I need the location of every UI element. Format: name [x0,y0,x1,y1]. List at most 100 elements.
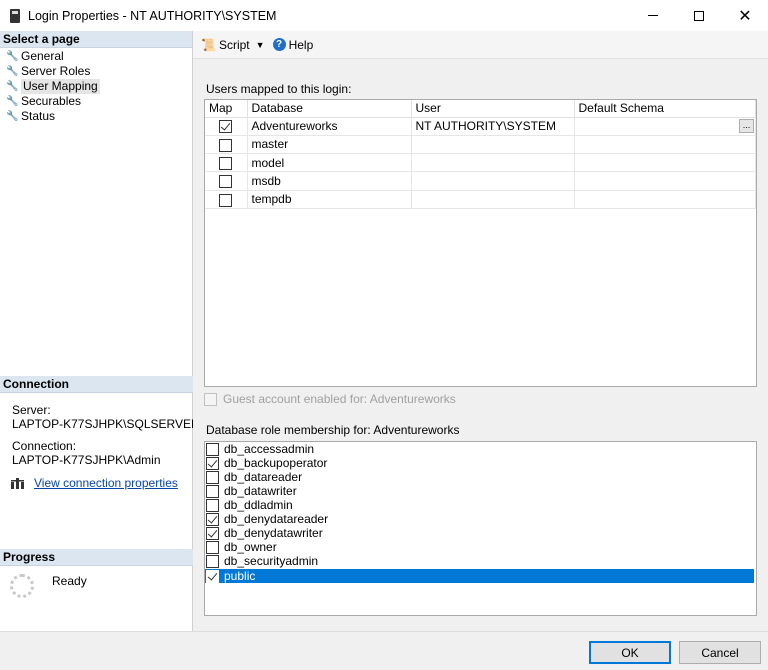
role-checkbox[interactable] [206,470,219,484]
page-item-label: User Mapping [21,79,100,94]
help-label: Help [288,37,314,52]
users-mapped-label: Users mapped to this login: [206,82,352,96]
role-checkbox[interactable] [206,554,219,568]
page-item-status[interactable]: 🔧 Status [0,109,192,124]
guest-account-checkbox[interactable] [204,392,217,406]
map-cell [205,171,248,191]
map-checkbox[interactable] [219,138,233,152]
server-value: LAPTOP-K77SJHPK\SQLSERVER [12,417,200,431]
page-item-server-roles[interactable]: 🔧 Server Roles [0,64,192,79]
browse-schema-button[interactable]: ... [739,119,754,134]
minimize-button[interactable] [630,0,676,31]
map-cell [205,117,248,136]
role-checkbox[interactable] [206,512,219,526]
ok-button[interactable]: OK [589,641,671,664]
list-item[interactable]: db_denydatawriter [205,526,754,540]
list-item[interactable]: db_owner [205,540,754,554]
script-icon: 📜 [201,37,216,52]
list-item[interactable]: db_securityadmin [205,554,754,568]
maximize-icon [694,10,704,21]
wrench-icon: 🔧 [6,51,19,62]
right-pane: 📜 Script ▼ ? Help Users mapped to this l… [193,31,768,631]
maximize-button[interactable] [676,0,722,31]
database-cell[interactable]: model [247,153,412,173]
connection-label: Connection: [12,439,77,453]
column-header-database[interactable]: Database [247,100,412,118]
table-row: Adventureworks NT AUTHORITY\SYSTEM ... [205,117,756,136]
role-checkbox[interactable] [206,456,219,470]
close-button[interactable]: ✕ [722,0,768,31]
map-cell [205,135,248,155]
schema-cell[interactable] [574,171,756,191]
role-label: db_denydatawriter [224,526,323,540]
app-icon [10,8,20,23]
role-checkbox[interactable] [206,569,219,583]
column-header-map[interactable]: Map [205,100,248,118]
view-connection-row: View connection properties [10,476,178,490]
list-item[interactable]: db_denydatareader [205,512,754,526]
network-icon [11,478,24,489]
schema-cell[interactable] [574,190,756,209]
server-label: Server: [12,403,51,417]
table-row: model [205,153,756,173]
map-checkbox[interactable] [219,120,233,134]
role-label: public [224,569,256,583]
table-row: tempdb [205,190,756,209]
user-cell[interactable] [411,190,575,209]
list-item[interactable]: db_accessadmin [205,442,754,456]
user-cell[interactable] [411,171,575,191]
user-cell[interactable] [411,135,575,155]
close-icon: ✕ [738,7,752,25]
view-connection-link[interactable]: View connection properties [34,476,178,490]
users-mapped-grid: Map Database User Default Schema Adventu… [204,99,757,387]
column-header-default-schema[interactable]: Default Schema [574,100,756,118]
user-cell[interactable] [411,153,575,173]
list-item[interactable]: db_datareader [205,470,754,484]
cancel-button[interactable]: Cancel [679,641,761,664]
list-item-selected[interactable]: public [205,569,754,583]
left-pane: Select a page 🔧 General 🔧 Server Roles 🔧… [0,31,200,631]
role-checkbox[interactable] [206,526,219,540]
schema-cell[interactable] [574,135,756,155]
role-checkbox[interactable] [206,540,219,554]
list-item[interactable]: db_ddladmin [205,498,754,512]
map-checkbox[interactable] [219,156,233,170]
role-membership-list: db_accessadmin db_backupoperator db_data… [204,441,757,616]
toolbar: 📜 Script ▼ ? Help [193,31,768,59]
script-button[interactable]: 📜 Script ▼ [201,38,265,52]
progress-info: Ready [10,574,87,598]
role-label: db_datawriter [224,484,297,498]
map-checkbox[interactable] [219,175,233,189]
page-list: 🔧 General 🔧 Server Roles 🔧 User Mapping … [0,48,192,124]
schema-cell[interactable]: ... [574,117,756,136]
progress-spinner-icon [10,574,34,598]
page-item-label: Securables [21,94,82,108]
database-cell[interactable]: msdb [247,171,412,191]
schema-cell[interactable] [574,153,756,173]
database-cell[interactable]: tempdb [247,190,412,209]
role-checkbox[interactable] [206,484,219,498]
map-cell [205,190,248,209]
help-button[interactable]: ? Help [272,37,314,52]
user-cell[interactable]: NT AUTHORITY\SYSTEM [411,117,575,136]
column-header-user[interactable]: User [411,100,575,118]
dropdown-arrow-icon[interactable]: ▼ [256,40,265,50]
role-label: db_securityadmin [224,554,319,568]
role-checkbox[interactable] [206,498,219,512]
list-item[interactable]: db_backupoperator [205,456,754,470]
role-checkbox[interactable] [206,442,219,456]
list-item[interactable]: db_datawriter [205,484,754,498]
wrench-icon: 🔧 [6,81,19,92]
role-label: db_denydatareader [224,512,329,526]
page-item-securables[interactable]: 🔧 Securables [0,94,192,109]
map-cell [205,153,248,173]
database-cell[interactable]: master [247,135,412,155]
users-mapped-table: Map Database User Default Schema Adventu… [205,100,756,209]
database-cell[interactable]: Adventureworks [247,117,412,136]
page-item-general[interactable]: 🔧 General [0,49,192,64]
roles-label: Database role membership for: Adventurew… [206,423,460,437]
map-checkbox[interactable] [219,193,233,207]
minimize-icon [648,15,658,16]
page-item-label: Status [21,109,56,123]
page-item-user-mapping[interactable]: 🔧 User Mapping [0,79,192,94]
